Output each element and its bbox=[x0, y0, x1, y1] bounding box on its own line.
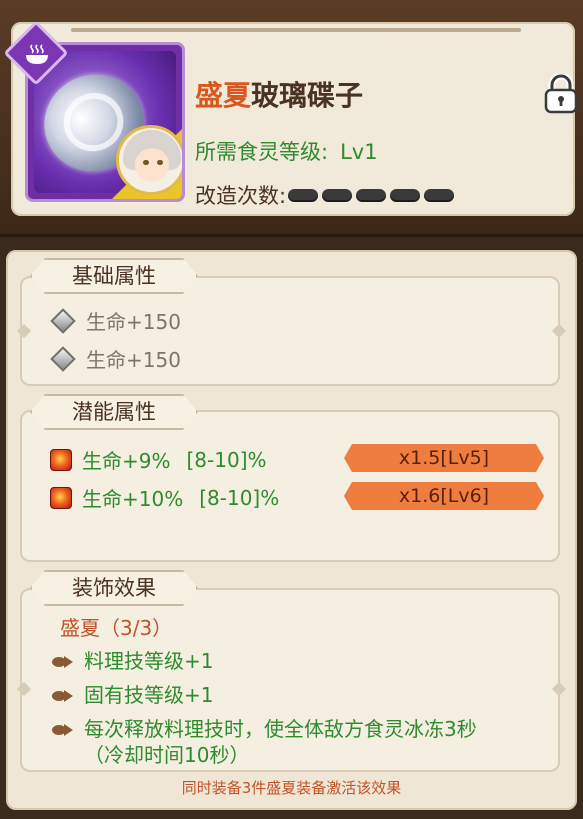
refine-pip bbox=[424, 188, 455, 202]
decoration-effect-title: 装饰效果 bbox=[30, 570, 198, 606]
set-effect-row: 每次释放料理技时，使全体敌方食灵冰冻3秒（冷却时间10秒） bbox=[52, 716, 494, 768]
fish-bullet-icon bbox=[52, 690, 74, 702]
set-effect-text: 每次释放料理技时，使全体敌方食灵冰冻3秒（冷却时间10秒） bbox=[84, 717, 477, 767]
potential-gem-icon bbox=[50, 486, 72, 509]
refine-count-label: 改造次数: bbox=[195, 184, 287, 208]
character-avatar[interactable] bbox=[116, 125, 182, 195]
avatar-face bbox=[135, 148, 169, 182]
base-attribute-row: 生命+150 bbox=[50, 344, 181, 373]
set-effect-text: 料理技等级+1 bbox=[84, 649, 214, 673]
attribute-gem-icon bbox=[50, 307, 76, 334]
ornament-divider bbox=[71, 28, 521, 32]
potential-attribute-range: [8-10]% bbox=[199, 485, 280, 510]
lock-icon[interactable] bbox=[542, 72, 580, 114]
fish-bullet-icon bbox=[52, 656, 74, 668]
potential-attribute-row: 生命+10% [8-10]% bbox=[50, 483, 279, 512]
refine-pip bbox=[390, 188, 421, 202]
base-attributes-title: 基础属性 bbox=[30, 258, 198, 294]
potential-gem-icon bbox=[50, 448, 72, 471]
item-name-highlight: 盛夏 bbox=[195, 79, 252, 112]
food-dish-icon bbox=[24, 44, 50, 64]
base-attribute-text: 生命+150 bbox=[86, 348, 181, 372]
potential-multiplier-badge: x1.6[Lv6] bbox=[344, 482, 544, 510]
set-effect-text: 固有技等级+1 bbox=[84, 683, 214, 707]
potential-multiplier-badge: x1.5[Lv5] bbox=[344, 444, 544, 472]
base-attribute-row: 生命+150 bbox=[50, 306, 181, 335]
refine-pip bbox=[288, 188, 319, 202]
potential-attribute-text: 生命+10% bbox=[82, 487, 184, 511]
attribute-gem-icon bbox=[50, 345, 76, 372]
refine-pips bbox=[288, 188, 458, 202]
avatar-eye bbox=[143, 160, 149, 165]
item-name: 盛夏玻璃碟子 bbox=[195, 74, 363, 114]
potential-attributes-title: 潜能属性 bbox=[30, 394, 198, 430]
potential-attribute-row: 生命+9% [8-10]% bbox=[50, 445, 267, 474]
refine-count: 改造次数: bbox=[195, 180, 458, 210]
potential-attribute-range: [8-10]% bbox=[186, 447, 267, 472]
item-header-frame: 盛夏玻璃碟子 所需食灵等级: Lv1 改造次数: bbox=[0, 0, 583, 237]
required-level: 所需食灵等级: Lv1 bbox=[195, 136, 378, 166]
set-effect-row: 料理技等级+1 bbox=[52, 648, 494, 674]
item-name-rest: 玻璃碟子 bbox=[251, 79, 364, 112]
avatar-eye bbox=[157, 160, 163, 165]
set-activation-hint: 同时装备3件盛夏装备激活该效果 bbox=[181, 779, 402, 797]
required-level-label: 所需食灵等级: bbox=[195, 140, 329, 164]
potential-attribute-text: 生命+9% bbox=[82, 449, 171, 473]
set-bonus-name: 盛夏（3/3） bbox=[60, 616, 173, 640]
item-header-card: 盛夏玻璃碟子 所需食灵等级: Lv1 改造次数: bbox=[3, 20, 578, 216]
set-effect-row: 固有技等级+1 bbox=[52, 682, 494, 708]
refine-pip bbox=[322, 188, 353, 202]
fish-bullet-icon bbox=[52, 724, 74, 736]
refine-pip bbox=[356, 188, 387, 202]
required-level-value: Lv1 bbox=[340, 140, 378, 164]
base-attribute-text: 生命+150 bbox=[86, 310, 181, 334]
